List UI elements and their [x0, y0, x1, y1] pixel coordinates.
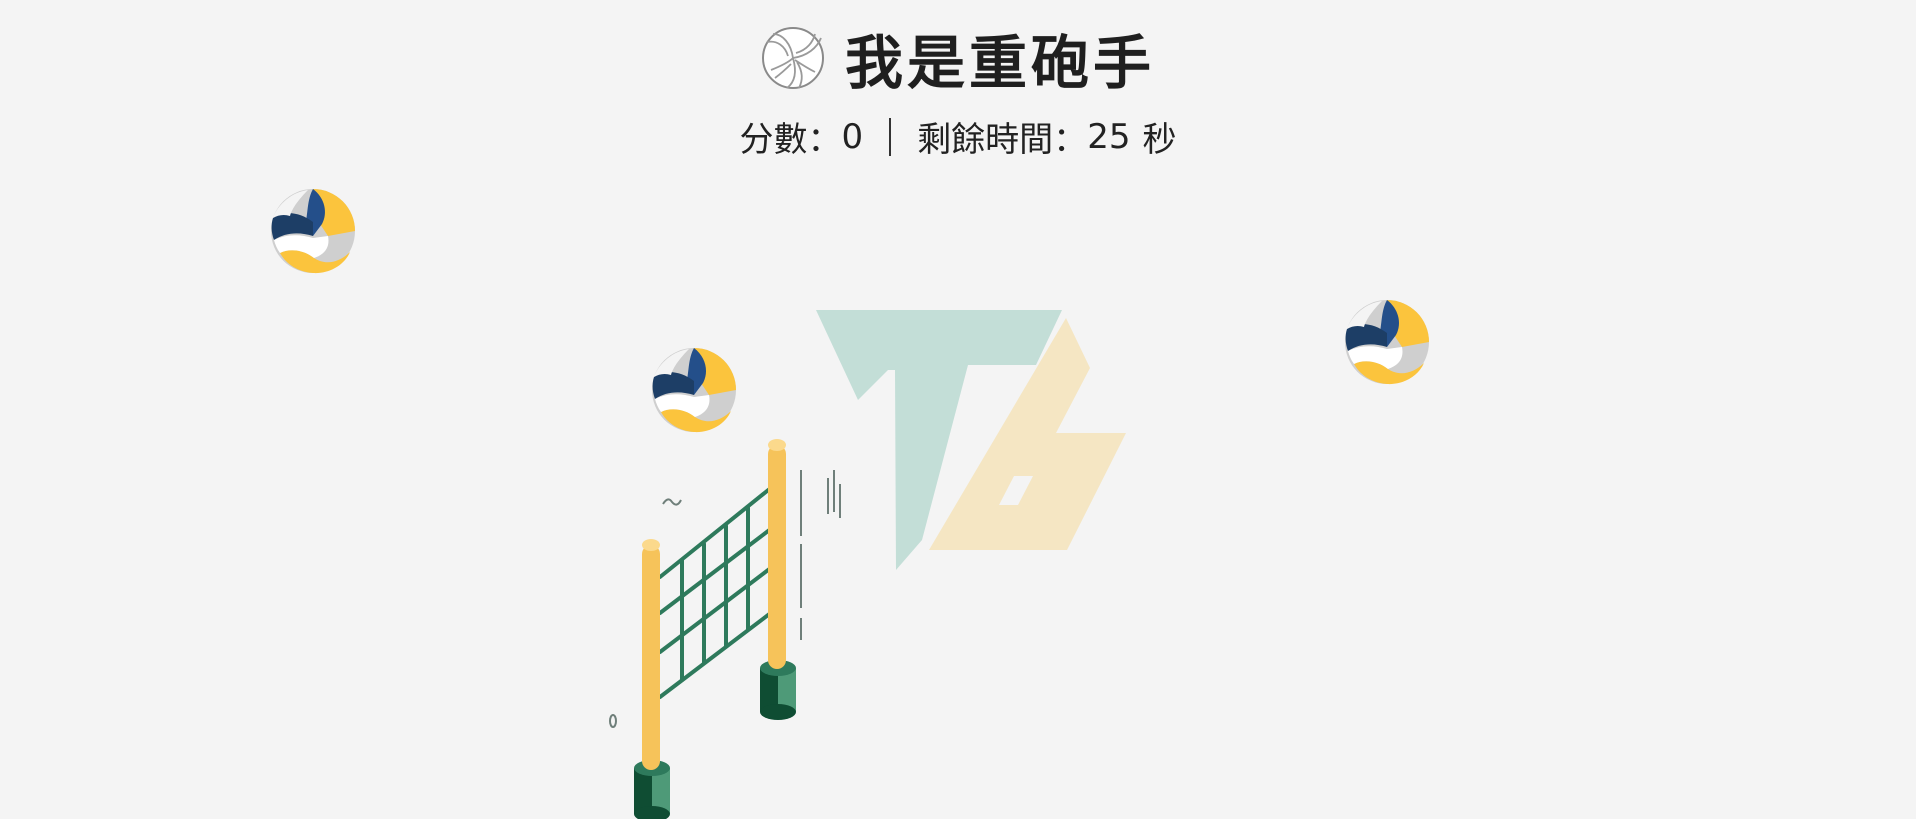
volleyball-target-1[interactable] — [270, 188, 356, 274]
game-stage: 我是重砲手 分數： 0 剩餘時間： 25 秒 — [0, 0, 1916, 819]
game-header: 我是重砲手 分數： 0 剩餘時間： 25 秒 — [0, 18, 1916, 161]
score-value: 0 — [841, 116, 864, 157]
score-label: 分數： — [739, 120, 842, 160]
net-pole-right — [768, 439, 786, 669]
timer-unit: 秒 — [1142, 120, 1177, 160]
watermark-logo — [816, 310, 1126, 570]
stats-divider — [889, 117, 892, 156]
volleyball-icon — [761, 27, 824, 89]
volleyball-icon — [1345, 300, 1429, 385]
stats-row: 分數： 0 剩餘時間： 25 秒 — [740, 112, 1177, 161]
net-pole-left — [642, 539, 660, 770]
net-base-right — [760, 660, 796, 720]
timer-label: 剩餘時間： — [917, 120, 1088, 160]
volleyball-net — [634, 439, 796, 819]
volleyball-target-2[interactable] — [651, 347, 737, 433]
volleyball-target-3[interactable] — [1344, 299, 1430, 385]
title-row: 我是重砲手 — [761, 18, 1155, 98]
volleyball-icon — [652, 348, 736, 433]
volleyball-icon — [271, 189, 355, 274]
timer-value: 25 — [1087, 116, 1131, 157]
game-title: 我是重砲手 — [844, 29, 1155, 97]
